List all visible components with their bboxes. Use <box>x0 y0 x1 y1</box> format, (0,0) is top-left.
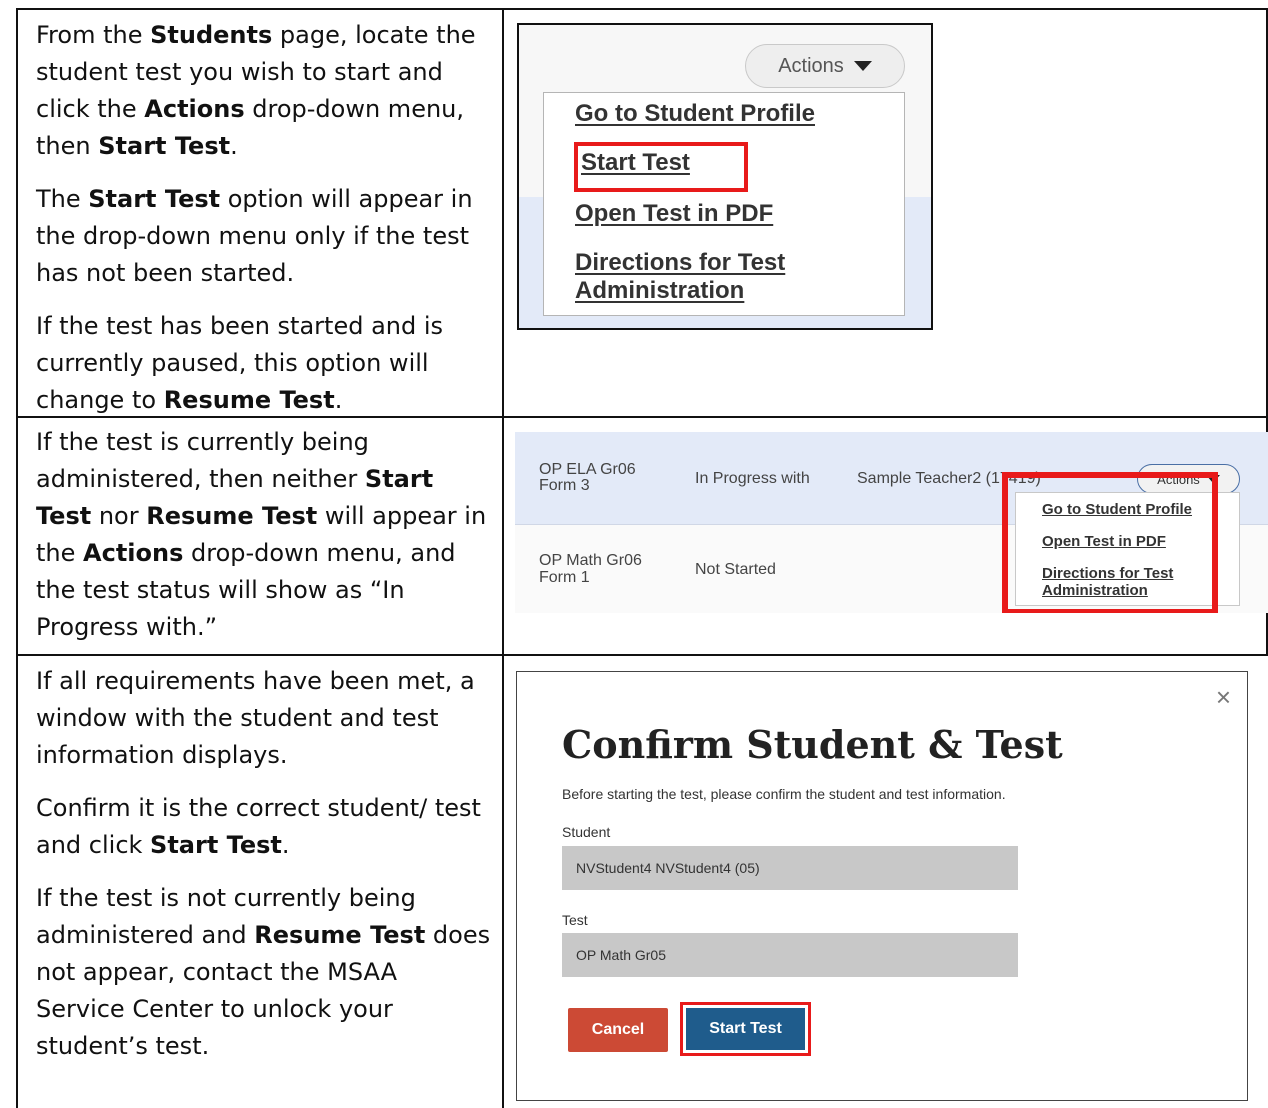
row1-instructions: From the Students page, locate the stude… <box>36 17 491 435</box>
close-icon[interactable]: × <box>1216 684 1231 710</box>
table-column-divider <box>502 8 504 1108</box>
table-border-left <box>16 8 18 1108</box>
row2-instructions: If the test is currently being administe… <box>36 424 491 662</box>
bold-term: Students <box>150 21 273 49</box>
text-run: If all requirements have been met, a win… <box>36 667 475 769</box>
bold-term: Resume Test <box>163 386 335 414</box>
test-name-line1: OP ELA Gr06 <box>539 461 636 478</box>
dialog-subtitle: Before starting the test, please confirm… <box>562 786 1006 802</box>
text-run: The <box>36 185 89 213</box>
test-name-line2: Form 1 <box>539 569 590 586</box>
in-progress-screenshot: OP ELA Gr06 Form 3 In Progress with Samp… <box>515 432 1268 613</box>
instruction-paragraph: From the Students page, locate the stude… <box>36 17 491 165</box>
actions-menu-screenshot: Actions Go to Student Profile Start Test… <box>517 23 933 330</box>
text-run: nor <box>91 502 147 530</box>
menu-item-directions[interactable]: Directions for Test Administration <box>575 249 825 305</box>
instruction-paragraph: Confirm it is the correct student/ test … <box>36 790 491 864</box>
row3-instructions: If all requirements have been met, a win… <box>36 663 491 1081</box>
text-run: From the <box>36 21 151 49</box>
cancel-button[interactable]: Cancel <box>568 1008 668 1052</box>
instruction-paragraph: If the test is not currently being admin… <box>36 880 491 1065</box>
caret-down-icon <box>853 61 872 71</box>
bold-term: Resume Test <box>254 921 426 949</box>
test-field: OP Math Gr05 <box>562 933 1018 977</box>
actions-label: Actions <box>778 54 844 77</box>
instruction-paragraph: The Start Test option will appear in the… <box>36 181 491 292</box>
bold-term: Start Test <box>150 831 282 859</box>
test-name-line2: Form 3 <box>539 477 590 494</box>
menu-item-open-test-pdf[interactable]: Open Test in PDF <box>575 200 773 228</box>
dialog-title: Confirm Student & Test <box>562 722 1063 767</box>
text-run: . <box>230 132 238 160</box>
actions-dropdown-button[interactable]: Actions <box>745 44 905 88</box>
bold-term: Actions <box>144 95 245 123</box>
confirm-dialog-screenshot: × Confirm Student & Test Before starting… <box>516 671 1248 1101</box>
instruction-paragraph: If the test is currently being administe… <box>36 424 491 646</box>
menu-item-go-to-student-profile[interactable]: Go to Student Profile <box>575 100 815 128</box>
bold-term: Start Test <box>98 132 231 160</box>
bold-term: Actions <box>83 539 184 567</box>
menu-highlight <box>1002 472 1218 613</box>
start-test-highlight <box>574 142 748 192</box>
student-field: NVStudent4 NVStudent4 (05) <box>562 846 1018 890</box>
text-run: If the test is currently being administe… <box>36 428 369 493</box>
start-test-button[interactable]: Start Test <box>686 1008 805 1050</box>
text-run: . <box>334 386 343 414</box>
student-label: Student <box>562 824 611 840</box>
test-name-line1: OP Math Gr06 <box>539 552 642 569</box>
text-run: . <box>281 831 290 859</box>
test-status: Not Started <box>695 561 776 578</box>
instruction-paragraph: If all requirements have been met, a win… <box>36 663 491 774</box>
bold-term: Start Test <box>88 185 221 213</box>
test-status: In Progress with <box>695 470 810 487</box>
bold-term: Resume Test <box>146 502 318 530</box>
test-label: Test <box>562 912 588 928</box>
table-border-top <box>16 8 1268 10</box>
instruction-paragraph: If the test has been started and is curr… <box>36 308 491 419</box>
